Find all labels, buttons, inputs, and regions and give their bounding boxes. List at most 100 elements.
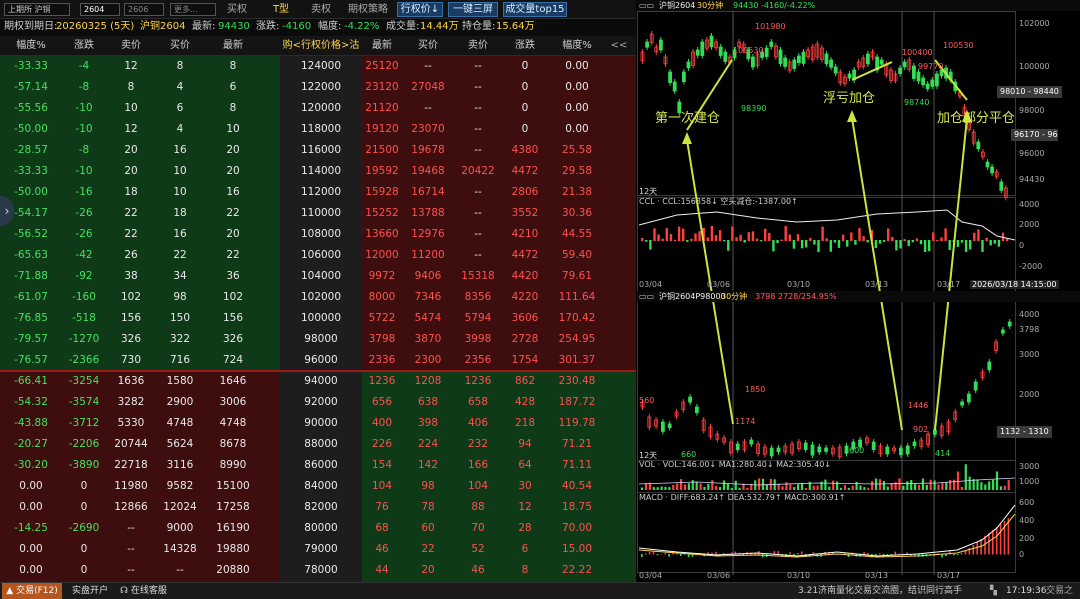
call-cell[interactable]: 6 xyxy=(156,98,204,119)
call-cell[interactable]: -3890 xyxy=(62,455,106,476)
call-cell[interactable]: -71.88 xyxy=(0,266,62,287)
put-cell[interactable]: 2356 xyxy=(454,350,502,371)
put-cell[interactable]: 68 xyxy=(362,518,402,539)
call-cell[interactable]: -54.32 xyxy=(0,392,62,413)
call-cell[interactable]: -61.07 xyxy=(0,287,62,308)
put-cell[interactable]: 98 xyxy=(402,476,454,497)
put-cell[interactable]: 13788 xyxy=(402,203,454,224)
strike-price[interactable]: 90000 xyxy=(280,413,362,434)
call-cell[interactable]: 18 xyxy=(106,182,156,203)
tab-put[interactable]: 卖权 xyxy=(308,2,334,17)
put-cell[interactable]: 11200 xyxy=(402,245,454,266)
top-chart-period[interactable]: 30分钟 xyxy=(697,0,723,11)
put-cell[interactable]: 4472 xyxy=(502,245,548,266)
put-cell[interactable]: 22 xyxy=(402,539,454,560)
call-cell[interactable]: 5624 xyxy=(156,434,204,455)
call-cell[interactable]: 8990 xyxy=(204,455,262,476)
put-cell[interactable]: -- xyxy=(454,224,502,245)
call-cell[interactable]: -30.20 xyxy=(0,455,62,476)
put-cell[interactable]: 0 xyxy=(502,56,548,77)
contract-b-select[interactable]: 2606 xyxy=(124,3,164,16)
put-cell[interactable]: 218 xyxy=(502,413,548,434)
call-cell[interactable]: 0 xyxy=(62,476,106,497)
put-cell[interactable]: 30 xyxy=(502,476,548,497)
call-cell[interactable]: -14.25 xyxy=(0,518,62,539)
call-cell[interactable]: 0.00 xyxy=(0,560,62,581)
call-cell[interactable]: 730 xyxy=(106,350,156,371)
call-cell[interactable]: -- xyxy=(156,560,204,581)
put-cell[interactable]: 18.75 xyxy=(548,497,606,518)
call-cell[interactable]: 322 xyxy=(156,329,204,350)
call-cell[interactable]: 326 xyxy=(204,329,262,350)
put-cell[interactable]: 40.54 xyxy=(548,476,606,497)
call-cell[interactable]: 14328 xyxy=(156,539,204,560)
table-row[interactable]: 0.00 0 -- -- 20880 78000 44 20 46 8 22.22 xyxy=(0,560,636,581)
table-row[interactable]: -65.63 -42 26 22 22 106000 12000 11200 -- 4472 59.… xyxy=(0,245,636,266)
table-row[interactable]: -50.00 -16 18 10 16 112000 15928 16714 -- 2806 21.… xyxy=(0,182,636,203)
put-cell[interactable]: 3798 xyxy=(362,329,402,350)
column-header[interactable]: 幅度% xyxy=(0,36,62,56)
call-cell[interactable]: 3116 xyxy=(156,455,204,476)
call-cell[interactable]: 20 xyxy=(204,224,262,245)
put-cell[interactable]: 70.00 xyxy=(548,518,606,539)
put-cell[interactable]: 4210 xyxy=(502,224,548,245)
strike-price[interactable]: 79000 xyxy=(280,539,362,560)
column-header[interactable]: 卖价 xyxy=(106,36,156,56)
strike-price[interactable]: 86000 xyxy=(280,455,362,476)
strike-price[interactable]: 120000 xyxy=(280,98,362,119)
call-cell[interactable]: 36 xyxy=(204,266,262,287)
put-cell[interactable]: -- xyxy=(454,98,502,119)
put-cell[interactable]: 4472 xyxy=(502,161,548,182)
table-row[interactable]: -79.57 -1270 326 322 326 98000 3798 3870 3998 272… xyxy=(0,329,636,350)
call-cell[interactable]: 0 xyxy=(62,560,106,581)
put-cell[interactable]: 6 xyxy=(502,539,548,560)
call-cell[interactable]: -- xyxy=(106,518,156,539)
put-cell[interactable]: 30.36 xyxy=(548,203,606,224)
put-cell[interactable]: -- xyxy=(454,203,502,224)
put-cell[interactable]: -- xyxy=(454,56,502,77)
call-cell[interactable]: -160 xyxy=(62,287,106,308)
call-cell[interactable]: -26 xyxy=(62,203,106,224)
call-cell[interactable]: -2690 xyxy=(62,518,106,539)
strike-price[interactable]: 84000 xyxy=(280,476,362,497)
call-cell[interactable]: 8 xyxy=(204,98,262,119)
table-row[interactable]: -14.25 -2690 -- 9000 16190 80000 68 60 70 28 70.00 xyxy=(0,518,636,539)
put-cell[interactable]: -- xyxy=(454,245,502,266)
put-cell[interactable]: 22.22 xyxy=(548,560,606,581)
tab-strategy[interactable]: 期权策略 xyxy=(346,2,390,17)
call-cell[interactable]: -33.33 xyxy=(0,161,62,182)
put-cell[interactable]: 21.38 xyxy=(548,182,606,203)
put-cell[interactable]: 658 xyxy=(454,392,502,413)
call-cell[interactable]: -10 xyxy=(62,98,106,119)
put-cell[interactable]: 8000 xyxy=(362,287,402,308)
put-cell[interactable]: -- xyxy=(402,98,454,119)
column-header[interactable]: 最新 xyxy=(204,36,262,56)
call-cell[interactable]: 16 xyxy=(156,140,204,161)
put-cell[interactable]: 79.61 xyxy=(548,266,606,287)
call-cell[interactable]: -20.27 xyxy=(0,434,62,455)
call-cell[interactable]: 10 xyxy=(156,182,204,203)
column-header[interactable]: 最新 xyxy=(362,36,402,56)
call-cell[interactable]: -3254 xyxy=(62,371,106,392)
call-cell[interactable]: 22 xyxy=(106,224,156,245)
open-account-link[interactable]: 实盘开户 xyxy=(72,583,108,599)
call-cell[interactable]: 22 xyxy=(156,245,204,266)
call-cell[interactable]: -57.14 xyxy=(0,77,62,98)
call-cell[interactable]: 12 xyxy=(106,119,156,140)
call-cell[interactable]: 38 xyxy=(106,266,156,287)
call-cell[interactable]: -1270 xyxy=(62,329,106,350)
put-cell[interactable]: 428 xyxy=(502,392,548,413)
put-cell[interactable]: 59.40 xyxy=(548,245,606,266)
put-cell[interactable]: 2728 xyxy=(502,329,548,350)
call-cell[interactable]: 20744 xyxy=(106,434,156,455)
put-cell[interactable]: 44.55 xyxy=(548,224,606,245)
put-cell[interactable]: 9406 xyxy=(402,266,454,287)
put-cell[interactable]: 232 xyxy=(454,434,502,455)
table-row[interactable]: -61.07 -160 102 98 102 102000 8000 7346 8356 4220… xyxy=(0,287,636,308)
put-cell[interactable]: 1236 xyxy=(454,371,502,392)
call-cell[interactable]: 11980 xyxy=(106,476,156,497)
put-cell[interactable]: -- xyxy=(454,119,502,140)
call-cell[interactable]: 326 xyxy=(106,329,156,350)
call-cell[interactable]: 8678 xyxy=(204,434,262,455)
table-row[interactable]: -66.41 -3254 1636 1580 1646 94000 1236 1208 1236… xyxy=(0,371,636,392)
